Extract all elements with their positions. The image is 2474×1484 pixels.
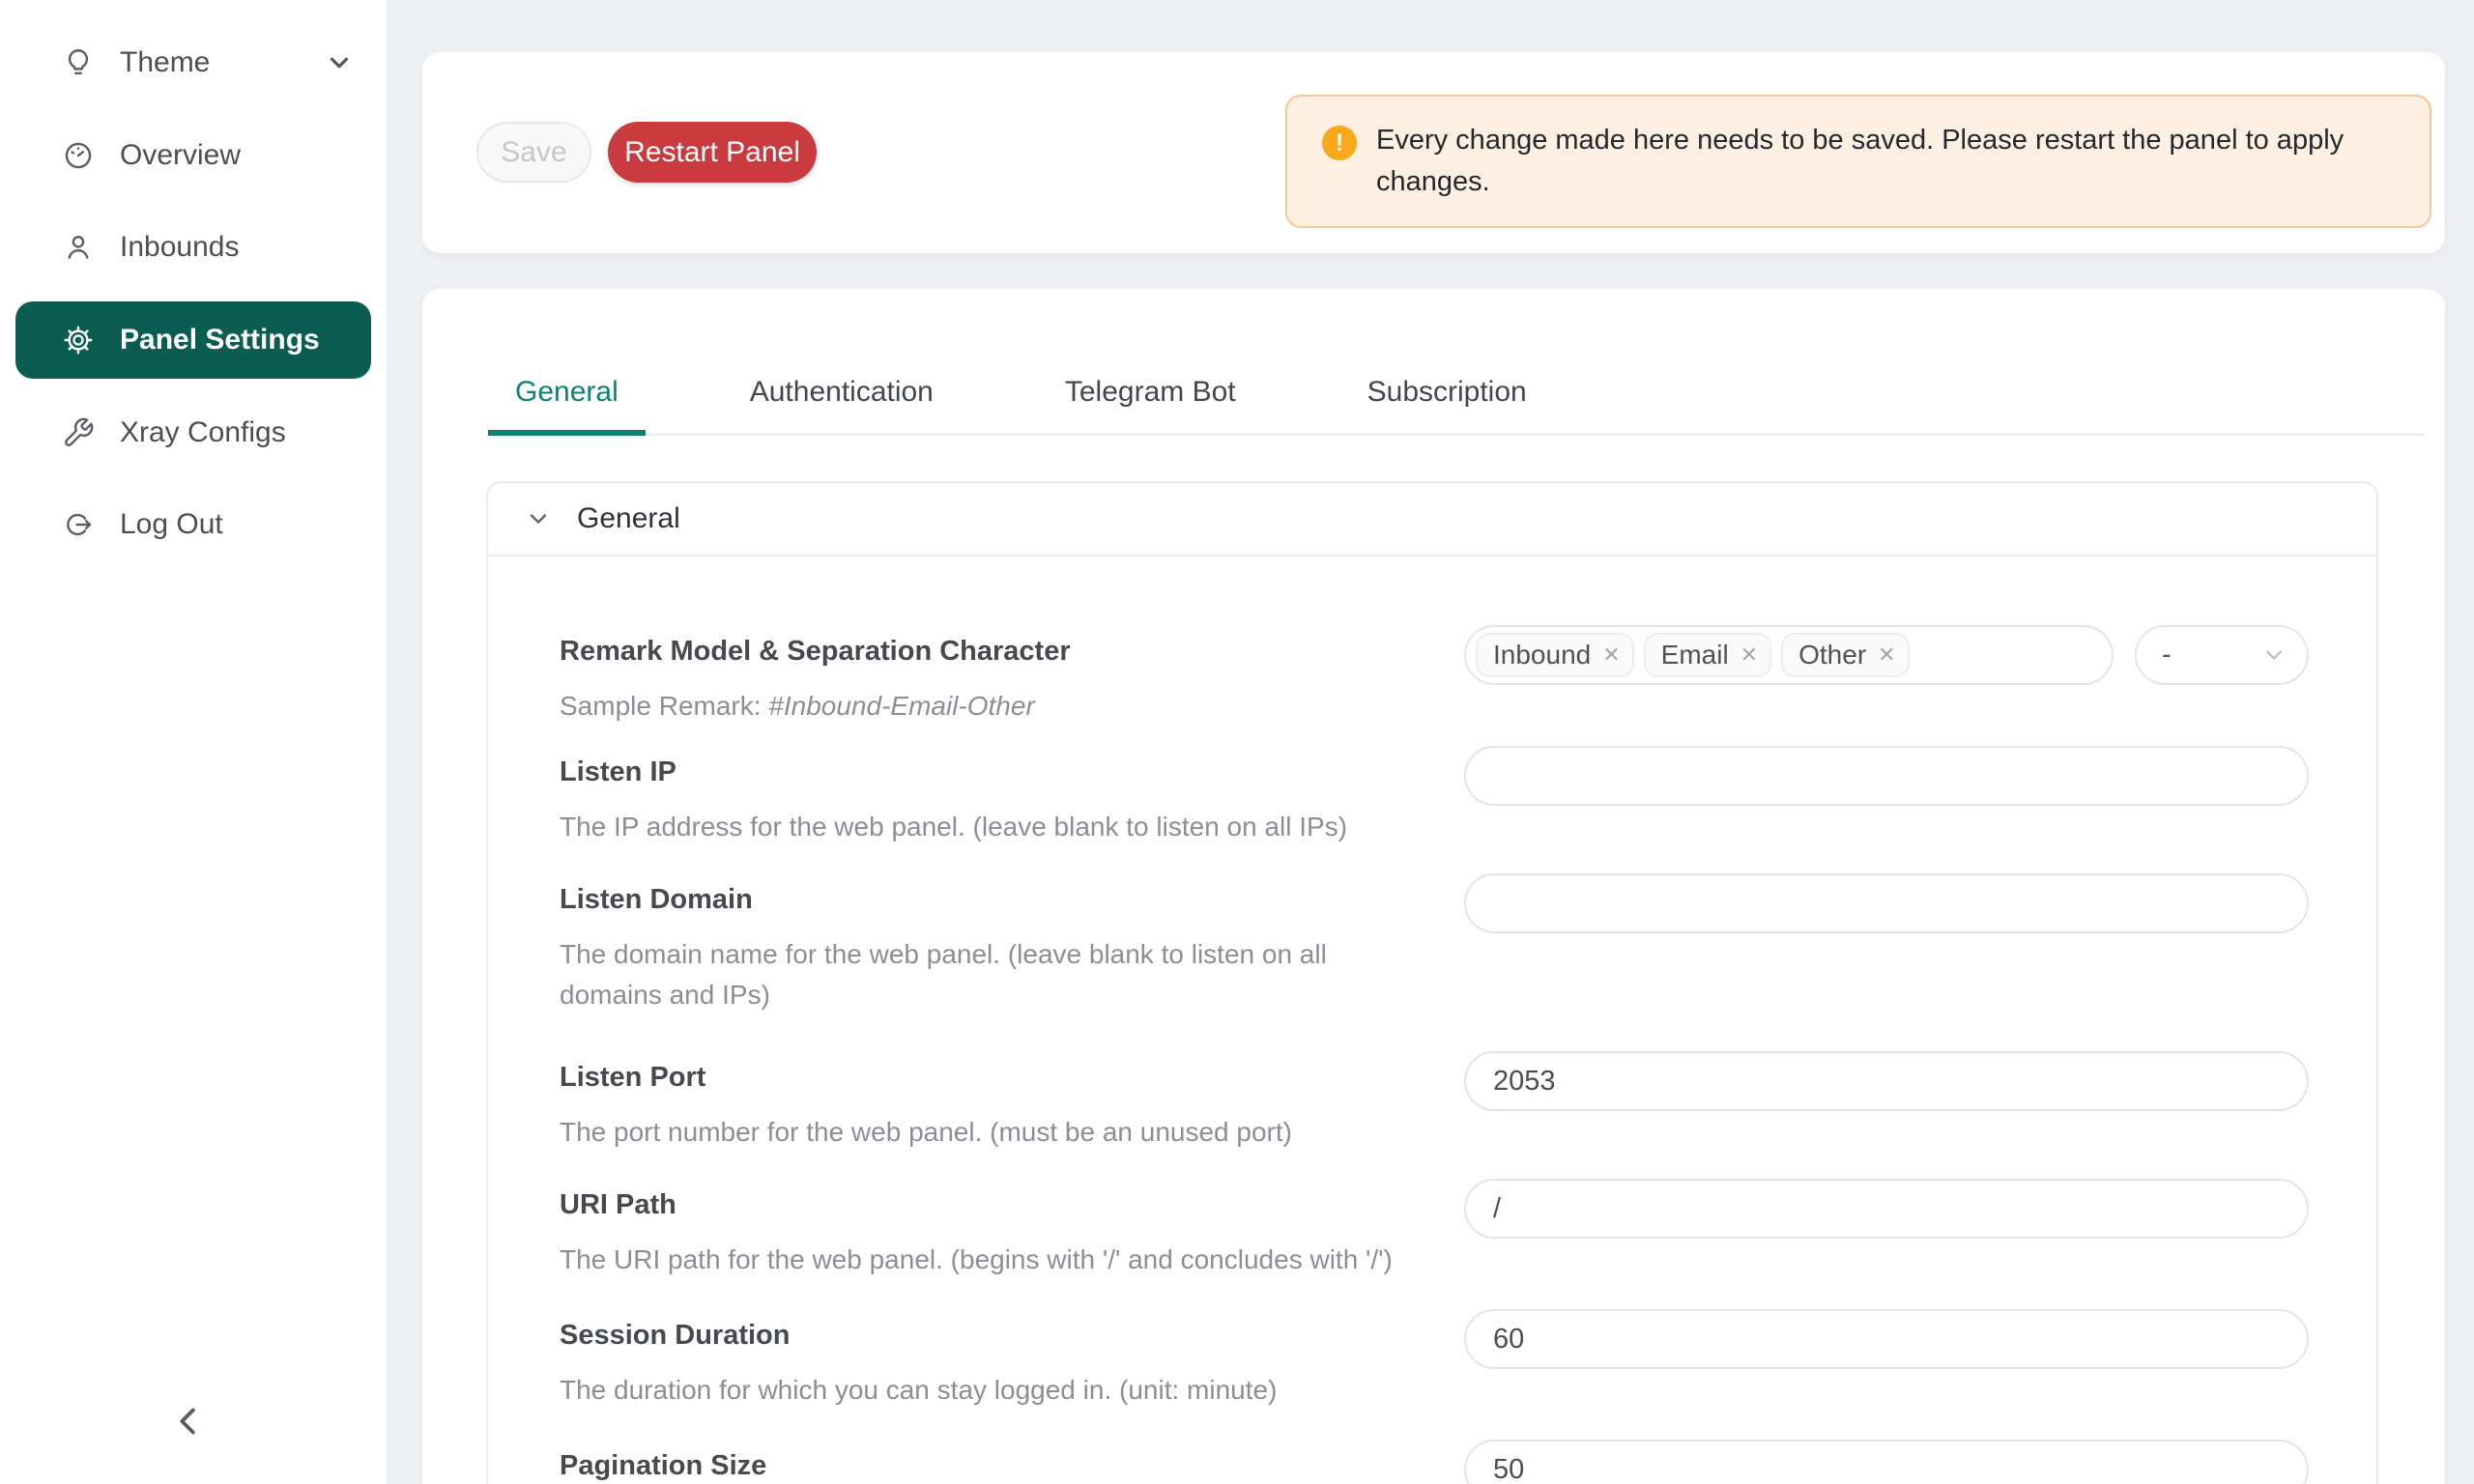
settings-card: General Authentication Telegram Bot Subs… <box>422 289 2445 1484</box>
uri-path-label: URI Path <box>560 1187 1425 1222</box>
sidebar-item-log-out[interactable]: Log Out <box>0 494 387 556</box>
tag-inbound: Inbound ✕ <box>1476 633 1634 677</box>
tag-remove-icon[interactable]: ✕ <box>1602 644 1620 666</box>
sidebar-collapse-button[interactable] <box>166 1399 211 1443</box>
alert-text: Every change made here needs to be saved… <box>1376 120 2352 203</box>
tab-authentication[interactable]: Authentication <box>723 289 961 436</box>
sidebar-item-label: Panel Settings <box>120 324 320 357</box>
session-duration-label: Session Duration <box>560 1318 1425 1353</box>
form-row-listen-domain: Listen Domain The domain name for the we… <box>560 873 2309 1015</box>
wrench-icon <box>62 416 95 449</box>
sidebar-item-theme[interactable]: Theme <box>0 32 387 94</box>
restart-panel-button[interactable]: Restart Panel <box>608 122 817 183</box>
sidebar-item-panel-settings[interactable]: Panel Settings <box>15 301 371 379</box>
sidebar-item-label: Overview <box>120 139 241 172</box>
tag-email: Email ✕ <box>1644 633 1771 677</box>
listen-domain-desc: The domain name for the web panel. (leav… <box>560 934 1425 1015</box>
form-row-listen-port: Listen Port The port number for the web … <box>560 1051 2309 1153</box>
form-row-remark-model: Remark Model & Separation Character Samp… <box>560 625 2309 727</box>
chevron-down-icon <box>525 505 552 532</box>
sidebar-item-label: Xray Configs <box>120 416 286 449</box>
actions-card: Save Restart Panel ! Every change made h… <box>422 52 2445 253</box>
chevron-down-icon <box>325 48 354 77</box>
sidebar-item-xray-configs[interactable]: Xray Configs <box>0 402 387 464</box>
listen-port-input[interactable] <box>1464 1051 2309 1111</box>
remark-sample-text: Sample Remark: #Inbound-Email-Other <box>560 686 1425 727</box>
exclamation-circle-icon: ! <box>1322 126 1357 160</box>
pagination-size-label: Pagination Size <box>560 1448 1425 1483</box>
form-row-pagination-size: Pagination Size <box>560 1440 2309 1484</box>
listen-ip-desc: The IP address for the web panel. (leave… <box>560 807 1425 847</box>
user-icon <box>62 231 95 264</box>
sidebar-item-label: Inbounds <box>120 231 239 264</box>
session-duration-desc: The duration for which you can stay logg… <box>560 1370 1425 1411</box>
uri-path-desc: The URI path for the web panel. (begins … <box>560 1240 1425 1280</box>
listen-ip-label: Listen IP <box>560 755 1425 789</box>
gear-icon <box>62 324 95 357</box>
chevron-down-icon <box>2260 642 2287 669</box>
tag-remove-icon[interactable]: ✕ <box>1740 644 1758 666</box>
pagination-size-input[interactable] <box>1464 1440 2309 1484</box>
collapse-title: General <box>577 502 680 535</box>
tab-subscription[interactable]: Subscription <box>1340 289 1554 436</box>
listen-ip-input[interactable] <box>1464 746 2309 806</box>
listen-port-label: Listen Port <box>560 1060 1425 1095</box>
tag-other: Other ✕ <box>1781 633 1909 677</box>
sidebar-item-label: Theme <box>120 46 210 79</box>
sidebar-item-overview[interactable]: Overview <box>0 125 387 186</box>
sidebar-item-label: Log Out <box>120 508 223 541</box>
general-collapse-header[interactable]: General <box>488 483 2376 556</box>
remark-model-tags-input[interactable]: Inbound ✕ Email ✕ Other ✕ <box>1464 625 2114 685</box>
settings-tabs: General Authentication Telegram Bot Subs… <box>488 289 2426 436</box>
tag-remove-icon[interactable]: ✕ <box>1878 644 1895 666</box>
logout-icon <box>62 508 95 541</box>
remark-model-label: Remark Model & Separation Character <box>560 634 1425 669</box>
listen-port-desc: The port number for the web panel. (must… <box>560 1112 1425 1153</box>
sidebar: Theme Overview Inbounds Panel Set <box>0 0 387 1484</box>
uri-path-input[interactable] <box>1464 1179 2309 1239</box>
tab-telegram-bot[interactable]: Telegram Bot <box>1038 289 1263 436</box>
bulb-icon <box>62 46 95 79</box>
listen-domain-input[interactable] <box>1464 873 2309 933</box>
separator-select[interactable]: - <box>2135 625 2309 685</box>
dashboard-icon <box>62 139 95 172</box>
sidebar-item-inbounds[interactable]: Inbounds <box>0 216 387 278</box>
tab-general[interactable]: General <box>488 289 646 436</box>
general-collapse-panel: General Remark Model & Separation Charac… <box>486 481 2378 1484</box>
listen-domain-label: Listen Domain <box>560 882 1425 917</box>
form-row-listen-ip: Listen IP The IP address for the web pan… <box>560 746 2309 847</box>
session-duration-input[interactable] <box>1464 1309 2309 1369</box>
save-button[interactable]: Save <box>476 122 591 183</box>
separator-select-value: - <box>2162 640 2172 671</box>
form-row-uri-path: URI Path The URI path for the web panel.… <box>560 1179 2309 1280</box>
form-row-session-duration: Session Duration The duration for which … <box>560 1309 2309 1411</box>
restart-warning-alert: ! Every change made here needs to be sav… <box>1285 95 2431 228</box>
